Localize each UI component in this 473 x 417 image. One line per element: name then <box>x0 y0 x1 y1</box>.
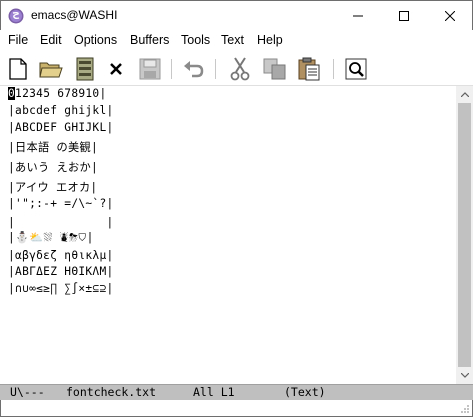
buffer-line: |'";:-+ =/\~`?| <box>8 197 114 210</box>
minibuffer[interactable] <box>0 400 473 417</box>
minimize-icon <box>353 15 363 17</box>
search-icon <box>345 58 367 80</box>
kill-buffer-button[interactable] <box>103 56 129 82</box>
modeline-filename[interactable]: fontcheck.txt <box>66 385 156 399</box>
maximize-icon <box>399 11 409 21</box>
scroll-thumb[interactable] <box>458 103 471 367</box>
copy-icon <box>263 58 286 80</box>
maximize-button[interactable] <box>381 1 427 31</box>
scroll-up-button[interactable] <box>456 86 473 103</box>
menu-tools[interactable]: Tools <box>181 33 210 47</box>
menu-buffers[interactable]: Buffers <box>130 33 169 47</box>
new-file-button[interactable] <box>5 56 31 82</box>
cut-icon <box>230 57 250 81</box>
scroll-down-button[interactable] <box>456 367 473 384</box>
buffer-line: |abcdef ghijkl| <box>8 104 114 117</box>
undo-icon <box>184 61 204 78</box>
modeline-status: U\--- <box>10 385 45 399</box>
paste-icon <box>298 57 320 81</box>
new-file-icon <box>9 58 27 80</box>
dired-icon <box>76 57 94 81</box>
dired-button[interactable] <box>72 56 98 82</box>
buffer-line: |日本語 の美観| <box>8 141 99 154</box>
buffer-line: 012345 678910| <box>8 87 107 100</box>
menu-edit[interactable]: Edit <box>40 33 62 47</box>
toolbar-separator <box>215 59 216 79</box>
buffer-line: |∩∪∞≤≥∏ ∑∫×±⊆⊇| <box>8 282 114 295</box>
modeline-mode[interactable]: (Text) <box>284 385 326 399</box>
buffer-line: | | <box>8 216 114 229</box>
buffer-line: |ABCDEF GHIJKL| <box>8 121 114 134</box>
minimize-button[interactable] <box>335 1 381 31</box>
buffer-line: |ΑΒΓΔΕΖ ΗΘΙΚΛΜ| <box>8 265 114 278</box>
search-button[interactable] <box>343 56 369 82</box>
menu-help[interactable]: Help <box>257 33 283 47</box>
open-folder-icon <box>39 62 63 78</box>
buffer-line: |αβγδεζ ηθικλμ| <box>8 249 114 262</box>
close-window-icon <box>445 11 455 21</box>
cut-button[interactable] <box>227 56 253 82</box>
tool-bar <box>0 52 473 86</box>
close-icon <box>110 63 122 75</box>
window-title: emacs@WASHI <box>31 8 118 22</box>
menu-file[interactable]: File <box>8 33 28 47</box>
modeline-position: All L1 <box>193 385 235 399</box>
vertical-scrollbar[interactable] <box>456 86 473 384</box>
paste-button[interactable] <box>296 56 322 82</box>
title-bar: emacs@WASHI <box>0 0 473 30</box>
buffer-line: |アイウ エオカ| <box>8 181 98 194</box>
emacs-app-icon <box>8 8 24 24</box>
copy-button[interactable] <box>262 56 288 82</box>
open-file-button[interactable] <box>38 56 64 82</box>
text-cursor: 0 <box>8 87 16 100</box>
buffer-line-text: 12345 678910| <box>15 87 107 100</box>
text-area[interactable]: 012345 678910| |abcdef ghijkl| |ABCDEF G… <box>0 86 456 384</box>
chevron-up-icon <box>460 92 469 97</box>
buffer-line: |あいう えおか| <box>8 161 99 174</box>
undo-button[interactable] <box>181 56 207 82</box>
chevron-down-icon <box>460 373 469 378</box>
buffer-line: |⛄⛅⛆ ⛇⛈⛉| <box>8 231 94 244</box>
save-button[interactable] <box>137 56 163 82</box>
resize-grip-icon[interactable] <box>460 404 470 414</box>
menu-options[interactable]: Options <box>74 33 117 47</box>
mode-line[interactable]: U\--- fontcheck.txt All L1 (Text) <box>0 384 473 400</box>
menu-text[interactable]: Text <box>221 33 244 47</box>
menu-bar: File Edit Options Buffers Tools Text Hel… <box>0 30 473 52</box>
close-window-button[interactable] <box>427 1 473 31</box>
save-icon <box>139 58 161 80</box>
toolbar-separator <box>333 59 334 79</box>
toolbar-separator <box>171 59 172 79</box>
